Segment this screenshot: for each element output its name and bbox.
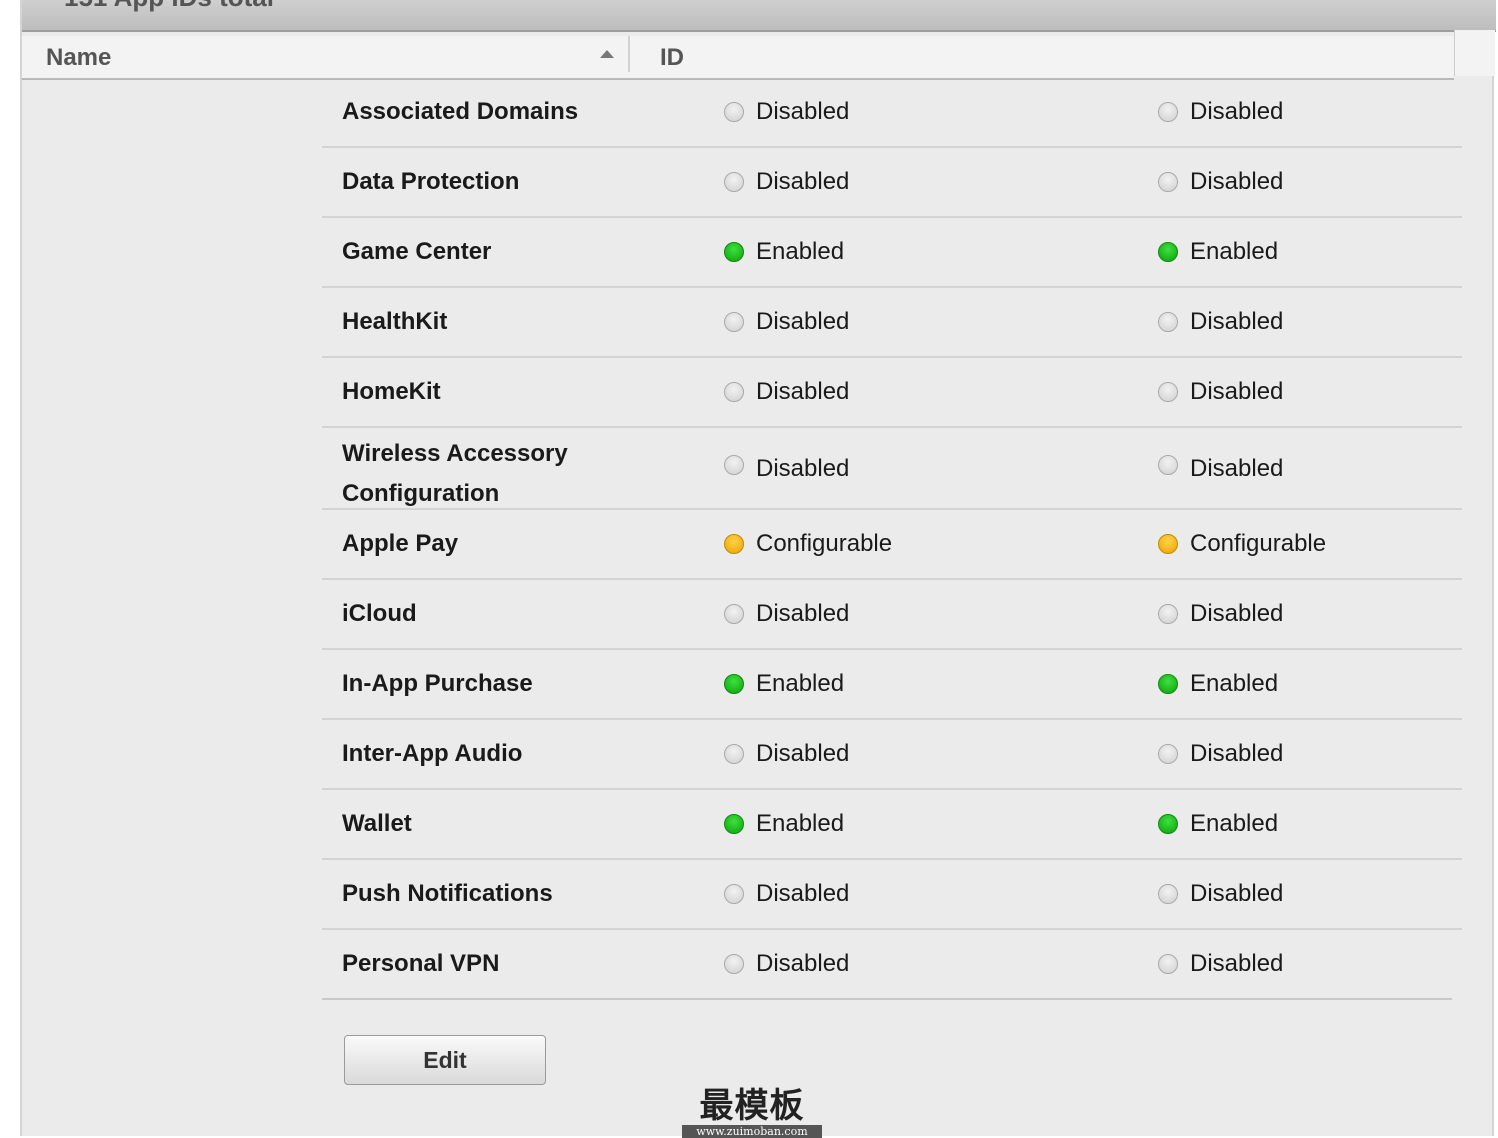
- list-title-bar: 151 App IDs total: [22, 0, 1496, 32]
- table-row: Wallet Enabled Enabled: [322, 790, 1462, 860]
- table-row: Game Center Enabled Enabled: [322, 218, 1462, 288]
- service-name: Apple Pay: [342, 530, 459, 557]
- service-name: iCloud: [342, 600, 417, 627]
- status-development: Disabled: [724, 944, 849, 984]
- service-name: Push Notifications: [342, 880, 553, 907]
- enabled-status-icon: [724, 242, 744, 262]
- status-development: Disabled: [724, 92, 849, 132]
- status-development: Disabled: [724, 449, 849, 489]
- status-distribution: Enabled: [1158, 804, 1278, 844]
- disabled-status-icon: [1158, 954, 1178, 974]
- status-development: Disabled: [724, 874, 849, 914]
- status-development: Disabled: [724, 734, 849, 774]
- status-distribution: Enabled: [1158, 664, 1278, 704]
- disabled-status-icon: [724, 455, 744, 475]
- disabled-status-icon: [724, 382, 744, 402]
- service-name: Associated Domains: [342, 98, 579, 125]
- status-development: Enabled: [724, 804, 844, 844]
- disabled-status-icon: [1158, 102, 1178, 122]
- disabled-status-icon: [1158, 744, 1178, 764]
- status-development: Configurable: [724, 524, 892, 564]
- service-name: Wireless Accessory Configuration: [342, 440, 568, 507]
- disabled-status-icon: [1158, 604, 1178, 624]
- status-development: Disabled: [724, 594, 849, 634]
- disabled-status-icon: [1158, 455, 1178, 475]
- table-row: Push Notifications Disabled Disabled: [322, 860, 1462, 930]
- service-name: Personal VPN: [342, 950, 500, 977]
- table-row: Inter-App Audio Disabled Disabled: [322, 720, 1462, 790]
- app-ids-total: 151 App IDs total: [64, 0, 274, 13]
- service-name: Wallet: [342, 810, 412, 837]
- sort-ascending-icon[interactable]: [600, 50, 614, 58]
- service-name: HomeKit: [342, 378, 441, 405]
- status-distribution: Disabled: [1158, 162, 1283, 202]
- status-distribution: Configurable: [1158, 524, 1326, 564]
- disabled-status-icon: [1158, 172, 1178, 192]
- status-development: Disabled: [724, 162, 849, 202]
- header-corner: [1454, 30, 1495, 76]
- disabled-status-icon: [724, 102, 744, 122]
- disabled-status-icon: [724, 884, 744, 904]
- enabled-status-icon: [1158, 674, 1178, 694]
- configurable-status-icon: [1158, 534, 1178, 554]
- disabled-status-icon: [724, 604, 744, 624]
- enabled-status-icon: [1158, 242, 1178, 262]
- table-row: Wireless Accessory Configuration Disable…: [322, 428, 1462, 510]
- disabled-status-icon: [1158, 884, 1178, 904]
- status-distribution: Disabled: [1158, 944, 1283, 984]
- service-name: Inter-App Audio: [342, 740, 523, 767]
- column-header-id[interactable]: ID: [660, 44, 684, 72]
- app-window: 151 App IDs total Name ID Associated Dom…: [20, 0, 1496, 1138]
- disabled-status-icon: [724, 312, 744, 332]
- column-divider[interactable]: [628, 36, 630, 72]
- disabled-status-icon: [724, 744, 744, 764]
- status-distribution: Enabled: [1158, 232, 1278, 272]
- disabled-status-icon: [1158, 382, 1178, 402]
- table-row: Associated Domains Disabled Disabled: [322, 78, 1462, 148]
- service-name: Game Center: [342, 238, 492, 265]
- column-header-row: Name ID: [22, 36, 1454, 80]
- app-services-table: Associated Domains Disabled Disabled Dat…: [322, 78, 1462, 1000]
- table-row: In-App Purchase Enabled Enabled: [322, 650, 1462, 720]
- enabled-status-icon: [724, 814, 744, 834]
- status-distribution: Disabled: [1158, 372, 1283, 412]
- status-development: Disabled: [724, 302, 849, 342]
- status-distribution: Disabled: [1158, 92, 1283, 132]
- column-header-name[interactable]: Name: [46, 44, 111, 72]
- status-distribution: Disabled: [1158, 449, 1283, 489]
- table-row: Data Protection Disabled Disabled: [322, 148, 1462, 218]
- disabled-status-icon: [1158, 312, 1178, 332]
- enabled-status-icon: [1158, 814, 1178, 834]
- watermark-logo: 最模板: [699, 1086, 805, 1126]
- edit-button[interactable]: Edit: [344, 1035, 546, 1085]
- configurable-status-icon: [724, 534, 744, 554]
- table-row: Personal VPN Disabled Disabled: [322, 930, 1452, 1000]
- enabled-status-icon: [724, 674, 744, 694]
- table-row: iCloud Disabled Disabled: [322, 580, 1462, 650]
- status-distribution: Disabled: [1158, 734, 1283, 774]
- service-name: In-App Purchase: [342, 670, 533, 697]
- status-development: Enabled: [724, 664, 844, 704]
- table-row: HealthKit Disabled Disabled: [322, 288, 1462, 358]
- status-distribution: Disabled: [1158, 594, 1283, 634]
- service-name: HealthKit: [342, 308, 448, 335]
- disabled-status-icon: [724, 954, 744, 974]
- watermark: 最模板 www.zuimoban.com: [682, 1078, 822, 1138]
- status-distribution: Disabled: [1158, 302, 1283, 342]
- table-row: HomeKit Disabled Disabled: [322, 358, 1462, 428]
- status-development: Disabled: [724, 372, 849, 412]
- service-name: Data Protection: [342, 168, 520, 195]
- status-development: Enabled: [724, 232, 844, 272]
- disabled-status-icon: [724, 172, 744, 192]
- table-row: Apple Pay Configurable Configurable: [322, 510, 1462, 580]
- status-distribution: Disabled: [1158, 874, 1283, 914]
- watermark-url: www.zuimoban.com: [682, 1125, 822, 1138]
